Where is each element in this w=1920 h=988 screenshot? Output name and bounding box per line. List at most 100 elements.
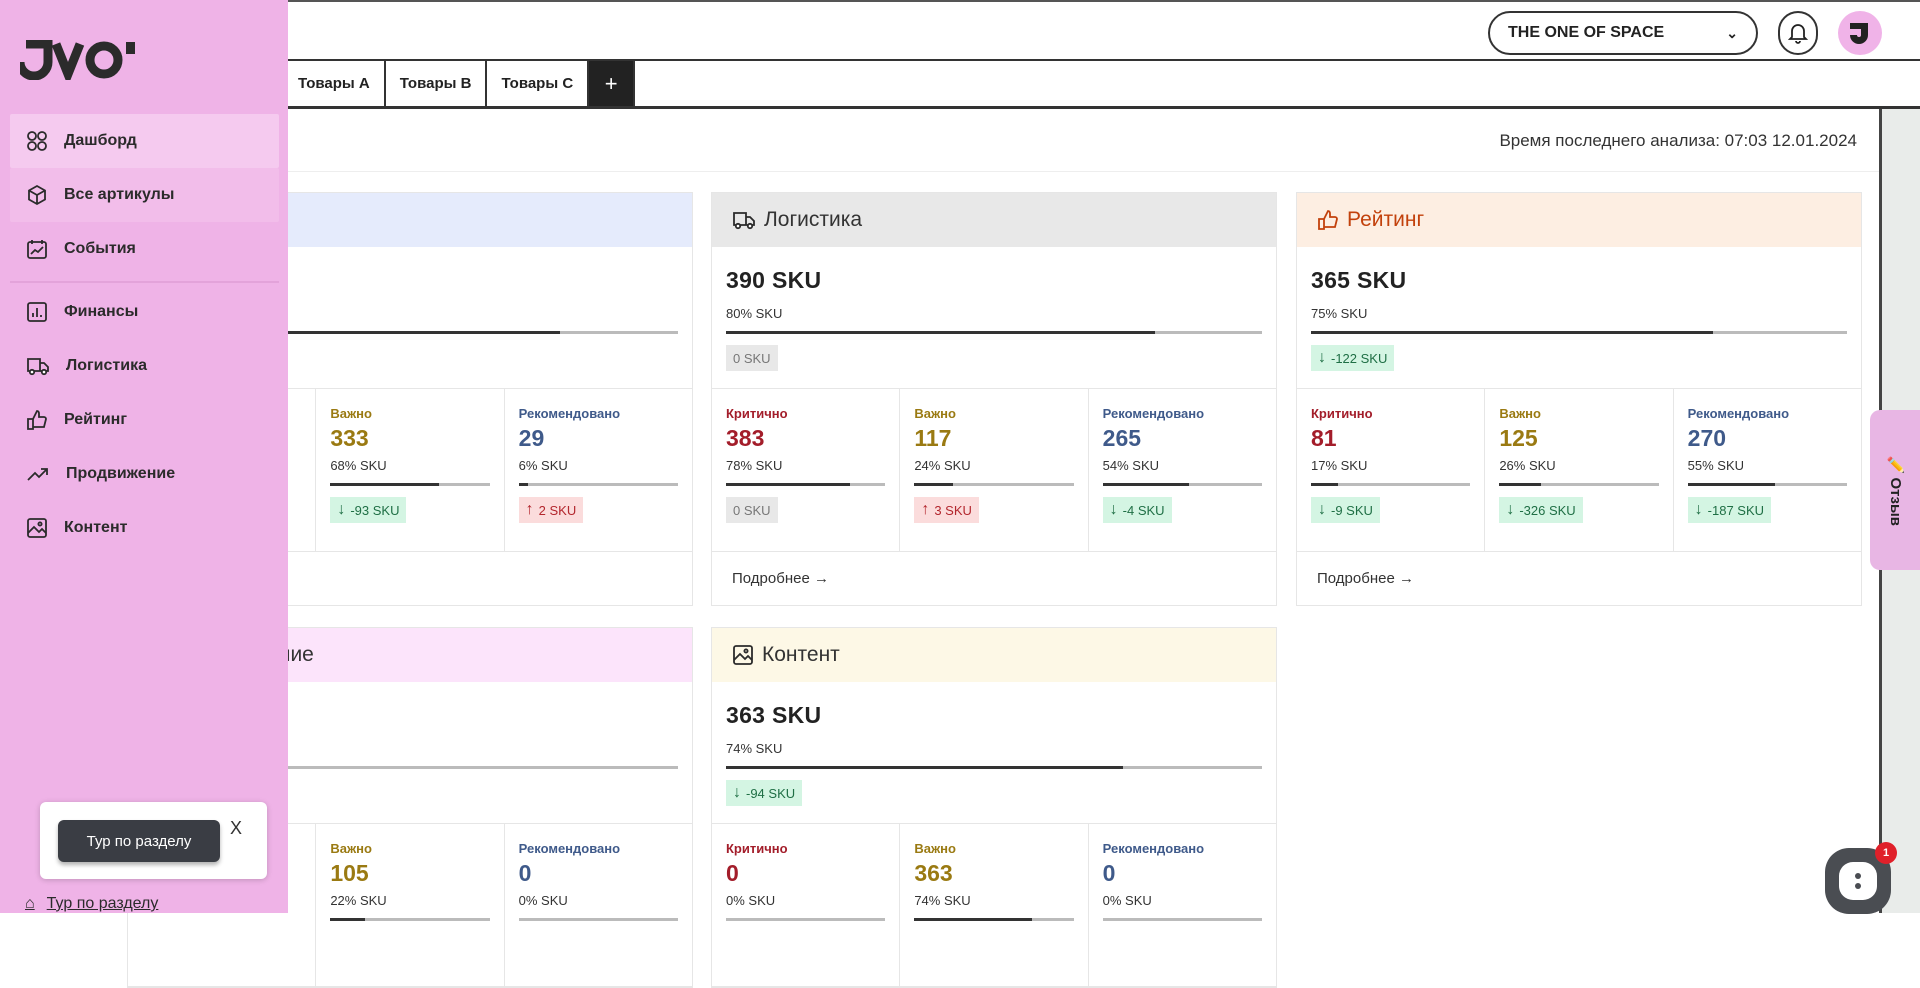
card-rating: Рейтинг 365 SKU 75% SKU ↓ -122 SKU Критично 81…	[1296, 192, 1862, 606]
arrow-down-icon: ↓	[337, 501, 346, 518]
priority-progress-bar	[914, 918, 1074, 921]
total-progress-bar	[726, 331, 1262, 334]
total-percent: 80% SKU	[726, 306, 783, 321]
sidebar-item-calendar[interactable]: События	[10, 222, 279, 276]
priority-label: Важно	[330, 406, 372, 421]
priority-recommended: Рекомендовано 265 54% SKU ↓ -4 SKU	[1089, 389, 1276, 551]
delta-value: 2 SKU	[538, 502, 577, 518]
priority-label: Рекомендовано	[1102, 841, 1205, 856]
priority-important: Важно 125 26% SKU ↓ -326 SKU	[1485, 389, 1674, 551]
priority-percent: 0% SKU	[518, 893, 568, 908]
delta-value: -94 SKU	[746, 785, 796, 801]
priority-columns: Критично 0 0% SKU Важно 363 74% SKU Рекомендов…	[712, 824, 1276, 987]
details-link[interactable]: Подробнее →	[1297, 552, 1861, 605]
chat-button[interactable]: 1	[1825, 842, 1897, 914]
tab-products-c[interactable]: Товары С	[487, 61, 590, 106]
thumbs-up-icon	[1317, 209, 1339, 231]
bell-icon	[1788, 24, 1808, 44]
card-title: Контент	[762, 643, 840, 666]
delta-badge: 0 SKU	[726, 497, 778, 523]
priority-progress-bar	[330, 918, 490, 921]
card-header: Контент	[712, 628, 1276, 682]
priority-critical: Критично 0 0% SKU	[712, 824, 901, 986]
chat-icon	[1839, 862, 1877, 900]
priority-count: 333	[330, 425, 369, 451]
tab-label: Товары С	[501, 75, 574, 92]
delta-value: -187 SKU	[1707, 502, 1765, 518]
priority-progress-bar	[1499, 483, 1659, 486]
priority-count: 265	[1102, 425, 1142, 451]
trend-icon	[26, 463, 50, 485]
delta-badge: ↓ -122 SKU	[1311, 345, 1395, 371]
tour-button[interactable]: Тур по разделу	[58, 820, 220, 862]
workspace-select[interactable]: THE ONE OF SPACE ⌄	[1488, 11, 1758, 55]
image-icon	[732, 644, 754, 666]
priority-recommended: Рекомендовано 0 0% SKU	[1089, 824, 1276, 986]
calendar-icon	[26, 238, 48, 260]
priority-recommended: Рекомендовано 270 55% SKU ↓ -187 SKU	[1674, 389, 1861, 551]
chart-icon	[26, 301, 48, 323]
tour-popup: Тур по разделу X	[40, 802, 267, 879]
priority-count: 81	[1311, 425, 1337, 451]
tab-products-b[interactable]: Товары В	[386, 61, 488, 106]
priority-count: 0	[1102, 860, 1116, 886]
sidebar-item-grid[interactable]: Дашборд	[10, 114, 279, 168]
card-summary: 365 SKU 75% SKU ↓ -122 SKU	[1297, 247, 1861, 389]
priority-percent: 54% SKU	[1102, 458, 1160, 473]
priority-progress-bar	[726, 918, 886, 921]
truck-icon	[732, 209, 756, 231]
sidebar-divider	[10, 281, 279, 283]
feedback-tab[interactable]: ✏️ Отзыв	[1870, 410, 1920, 570]
sidebar-item-box[interactable]: Все артикулы	[10, 168, 279, 222]
card-title: Логистика	[764, 208, 863, 231]
image-icon	[26, 517, 48, 539]
delta-badge: ↓ -93 SKU	[330, 497, 407, 523]
delta-badge: 0 SKU	[726, 345, 778, 371]
card-summary: 390 SKU 80% SKU 0 SKU	[712, 247, 1276, 389]
sidebar-item-trend[interactable]: Продвижение	[10, 447, 279, 501]
priority-label: Важно	[1499, 406, 1541, 421]
sidebar-item-truck[interactable]: Логистика	[10, 339, 279, 393]
priority-important: Важно 117 24% SKU ↑ 3 SKU	[900, 389, 1089, 551]
sidebar-item-label: Все артикулы	[64, 186, 175, 203]
total-sku: 390 SKU	[726, 267, 822, 293]
priority-percent: 6% SKU	[518, 458, 568, 473]
sidebar-item-chart[interactable]: Финансы	[10, 285, 279, 339]
priority-percent: 0% SKU	[726, 893, 776, 908]
sidebar-item-thumbs-up[interactable]: Рейтинг	[10, 393, 279, 447]
priority-columns: Критично 81 17% SKU ↓ -9 SKU Важно 125 26% SKU ↓…	[1297, 389, 1861, 552]
delta-value: -9 SKU	[1331, 502, 1373, 518]
priority-progress-bar	[1687, 483, 1847, 486]
card-title: Рейтинг	[1347, 208, 1425, 231]
delta-badge: ↓ -187 SKU	[1687, 497, 1772, 523]
close-icon[interactable]: X	[230, 818, 242, 839]
delta-badge: ↓ -4 SKU	[1102, 497, 1172, 523]
sidebar-item-image[interactable]: Контент	[10, 501, 279, 555]
chat-unread-badge: 1	[1875, 842, 1897, 864]
priority-count: 117	[914, 425, 952, 451]
avatar-logo-icon	[1850, 23, 1868, 44]
avatar[interactable]	[1838, 11, 1882, 55]
priority-label: Важно	[914, 406, 956, 421]
total-progress-bar	[726, 766, 1262, 769]
priority-label: Рекомендовано	[1687, 406, 1790, 421]
add-tab-button[interactable]: +	[589, 61, 636, 106]
priority-percent: 55% SKU	[1687, 458, 1745, 473]
sidebar-item-tour[interactable]: ⌂ Тур по разделу	[25, 895, 158, 913]
top-header: THE ONE OF SPACE ⌄	[0, 0, 1920, 61]
arrow-down-icon: ↓	[1694, 501, 1703, 518]
priority-label: Рекомендовано	[518, 406, 621, 421]
priority-progress-bar	[1311, 483, 1471, 486]
delta-value: -4 SKU	[1122, 502, 1165, 518]
priority-percent: 22% SKU	[330, 893, 387, 908]
details-link[interactable]: Подробнее →	[712, 552, 1276, 605]
priority-count: 363	[914, 860, 953, 886]
priority-label: Критично	[726, 841, 788, 856]
priority-important: Важно 363 74% SKU	[900, 824, 1089, 986]
delta-value: -93 SKU	[350, 502, 400, 518]
priority-count: 0	[726, 860, 739, 886]
notifications-button[interactable]	[1778, 11, 1818, 55]
priority-label: Критично	[1311, 406, 1373, 421]
arrow-down-icon: ↓	[1109, 501, 1118, 518]
priority-percent: 17% SKU	[1311, 458, 1368, 473]
